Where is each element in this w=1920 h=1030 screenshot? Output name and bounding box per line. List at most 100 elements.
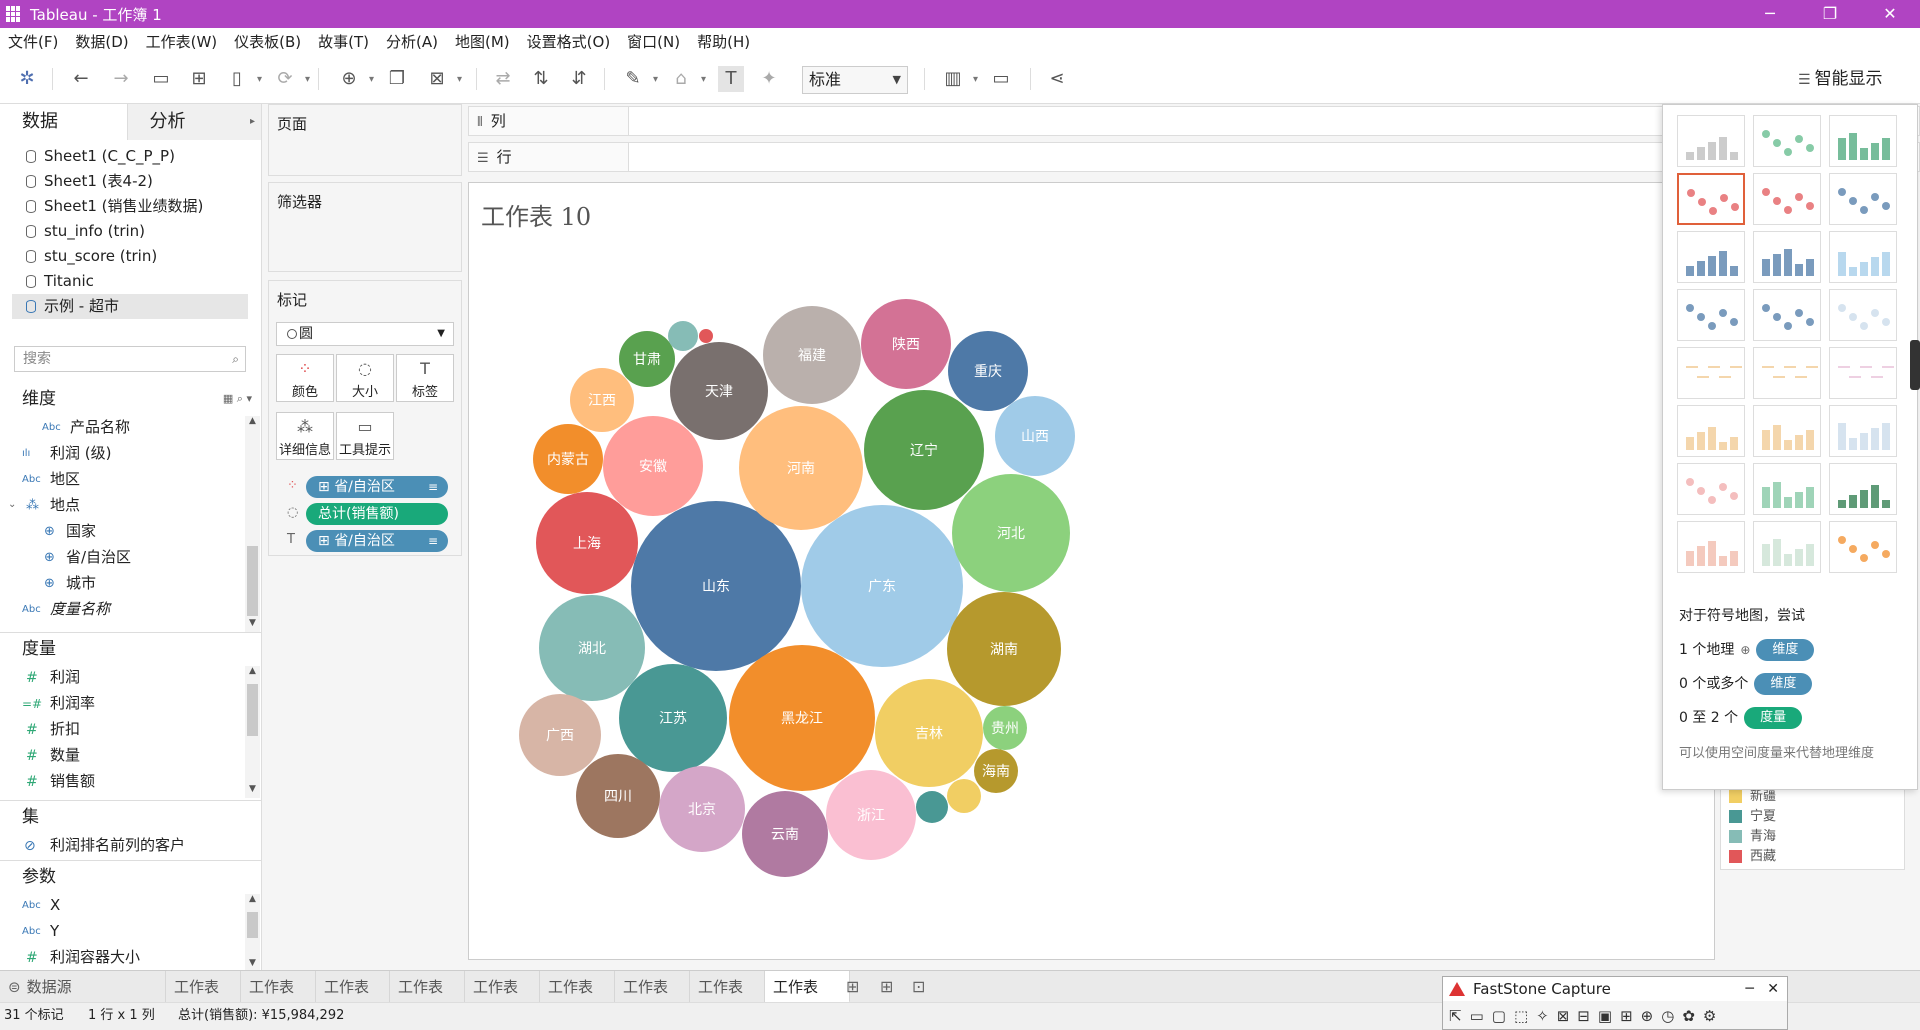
line-discrete-icon[interactable]	[1753, 347, 1821, 399]
close-button[interactable]: ✕	[1767, 981, 1779, 997]
legend-item[interactable]: 新疆	[1721, 787, 1904, 807]
param-item[interactable]: Abc X	[0, 892, 262, 918]
field-item[interactable]: ⊕ 国家	[0, 518, 262, 544]
minimize-button[interactable]: ─	[1745, 981, 1753, 997]
field-item[interactable]: Abc 度量名称	[0, 596, 262, 622]
treemap-icon[interactable]	[1677, 289, 1745, 341]
field-item[interactable]: ılı 利润 (级)	[0, 440, 262, 466]
area-continuous-icon[interactable]	[1677, 405, 1745, 457]
new-worksheet-icon[interactable]: ⊕	[336, 66, 374, 93]
menu-data[interactable]: 数据(D)	[75, 31, 128, 52]
menu-format[interactable]: 设置格式(O)	[527, 31, 611, 52]
color-button[interactable]: ⁘ 颜色	[276, 354, 334, 402]
bubble-mark[interactable]	[668, 321, 698, 351]
text-table-icon[interactable]	[1677, 115, 1745, 167]
panel-resize-handle[interactable]	[1910, 340, 1920, 390]
show-cards-icon[interactable]: ▥	[940, 66, 978, 93]
capture-object-icon[interactable]: ▢	[1492, 1007, 1506, 1025]
datasource-item[interactable]: Sheet1 (销售业绩数据)	[0, 194, 262, 219]
side-by-side-circles-icon[interactable]	[1829, 289, 1897, 341]
highlight-table-icon[interactable]	[1829, 115, 1897, 167]
pie-chart-icon[interactable]	[1829, 173, 1897, 225]
field-item[interactable]: ⌄ ⁂ 地点	[0, 492, 262, 518]
horizontal-bars-icon[interactable]	[1677, 231, 1745, 283]
packed-bubbles-icon[interactable]	[1829, 521, 1897, 573]
capture-rect-icon[interactable]: ▭	[1470, 1007, 1484, 1025]
tab-sheet[interactable]: 工作表 3	[241, 971, 316, 1028]
fix-axes-icon[interactable]: ✦	[756, 66, 782, 92]
datasource-item[interactable]: Sheet1 (表4-2)	[0, 169, 262, 194]
legend-item[interactable]: 宁夏	[1721, 807, 1904, 827]
dimensions-scrollbar[interactable]: ▲ ▼	[245, 416, 260, 632]
bubble-mark[interactable]	[947, 779, 981, 813]
palette-icon[interactable]: ✿	[1682, 1007, 1695, 1025]
new-datasource-icon[interactable]: ⊞	[186, 66, 212, 92]
share-icon[interactable]: ⋖	[1044, 66, 1070, 92]
tab-sheet[interactable]: 工作表 7	[540, 971, 615, 1028]
tab-sheet[interactable]: 工作表 9	[690, 971, 765, 1028]
tab-sheet[interactable]: 工作表 8	[615, 971, 690, 1028]
group-members-icon[interactable]: ⌂	[668, 66, 706, 93]
tab-sheet[interactable]: 工作表 2	[166, 971, 241, 1028]
area-discrete-icon[interactable]	[1753, 405, 1821, 457]
datasource-item[interactable]: stu_info (trin)	[0, 219, 262, 244]
bubble-mark[interactable]	[699, 329, 713, 343]
capture-window-icon[interactable]: ⇱	[1449, 1007, 1462, 1025]
capture-scroll-icon[interactable]: ⊟	[1577, 1007, 1590, 1025]
capture-freehand-icon[interactable]: ✧	[1536, 1007, 1549, 1025]
datasource-item[interactable]: Titanic	[0, 269, 262, 294]
clear-sheet-icon[interactable]: ⊠	[424, 66, 462, 93]
histogram-icon[interactable]	[1753, 463, 1821, 515]
sort-descending-icon[interactable]: ⇵	[566, 66, 592, 92]
tooltip-button[interactable]: ▭ 工具提示	[336, 412, 394, 460]
set-item[interactable]: ⊘ 利润排名前列的客户	[0, 832, 262, 858]
symbol-map-icon[interactable]	[1677, 173, 1745, 225]
menu-story[interactable]: 故事(T)	[318, 31, 369, 52]
swap-rows-columns-icon[interactable]: ⇄	[490, 66, 516, 92]
field-item[interactable]: # 数量	[0, 742, 262, 768]
capture-region-icon[interactable]: ⬚	[1514, 1007, 1528, 1025]
label-button[interactable]: T 标签	[396, 354, 454, 402]
circle-view-icon[interactable]	[1753, 289, 1821, 341]
tableau-home-icon[interactable]: ✲	[14, 66, 40, 92]
close-button[interactable]: ✕	[1860, 0, 1920, 28]
box-whisker-icon[interactable]	[1829, 463, 1897, 515]
field-item[interactable]: # 销售额	[0, 768, 262, 794]
new-worksheet-icon[interactable]: ⊞	[846, 971, 859, 1003]
size-button[interactable]: ◌ 大小	[336, 354, 394, 402]
capture-fixed-icon[interactable]: ▣	[1598, 1007, 1612, 1025]
timer-icon[interactable]: ◷	[1661, 1007, 1674, 1025]
param-item[interactable]: # 利润容器大小	[0, 944, 262, 970]
field-item[interactable]: =# 利润率	[0, 690, 262, 716]
line-continuous-icon[interactable]	[1677, 347, 1745, 399]
measures-scrollbar[interactable]: ▲ ▼	[245, 666, 260, 798]
tab-analysis[interactable]: 分析	[127, 104, 261, 140]
presentation-mode-icon[interactable]: ▭	[988, 66, 1014, 92]
datasource-item[interactable]: Sheet1 (C_C_P_P)	[0, 144, 262, 169]
stacked-bars-icon[interactable]	[1753, 231, 1821, 283]
pages-card[interactable]: 页面	[268, 104, 462, 176]
filters-card[interactable]: 筛选器	[268, 182, 462, 272]
side-by-side-bars-icon[interactable]	[1829, 231, 1897, 283]
maximize-button[interactable]: ❐	[1800, 0, 1860, 28]
field-item[interactable]: # 利润	[0, 664, 262, 690]
filled-map-icon[interactable]	[1753, 173, 1821, 225]
show-me-button[interactable]: ☰ 智能显示	[1790, 61, 1910, 97]
field-item[interactable]: # 折扣	[0, 716, 262, 742]
settings-icon[interactable]: ⚙	[1703, 1007, 1716, 1025]
redo-icon[interactable]: →	[108, 66, 134, 92]
datasource-item[interactable]: stu_score (trin)	[0, 244, 262, 269]
tab-sheet[interactable]: 工作表 5	[390, 971, 465, 1028]
fit-select[interactable]: 标准 ▼	[802, 66, 908, 94]
sort-ascending-icon[interactable]: ⇅	[528, 66, 554, 92]
pause-updates-icon[interactable]: ▯	[224, 66, 262, 93]
field-item[interactable]: ⊕ 城市	[0, 570, 262, 596]
bubble-mark[interactable]	[916, 791, 948, 823]
param-item[interactable]: Abc Y	[0, 918, 262, 944]
dimension-tools-icon[interactable]: ▦ ⌕ ▾	[223, 384, 252, 414]
tab-data[interactable]: 数据	[0, 104, 128, 140]
pill-size-sales[interactable]: 总计(销售额)	[306, 503, 448, 525]
dual-combination-icon[interactable]	[1829, 405, 1897, 457]
refresh-icon[interactable]: ⟳	[272, 66, 310, 93]
field-item[interactable]: Abc 地区	[0, 466, 262, 492]
